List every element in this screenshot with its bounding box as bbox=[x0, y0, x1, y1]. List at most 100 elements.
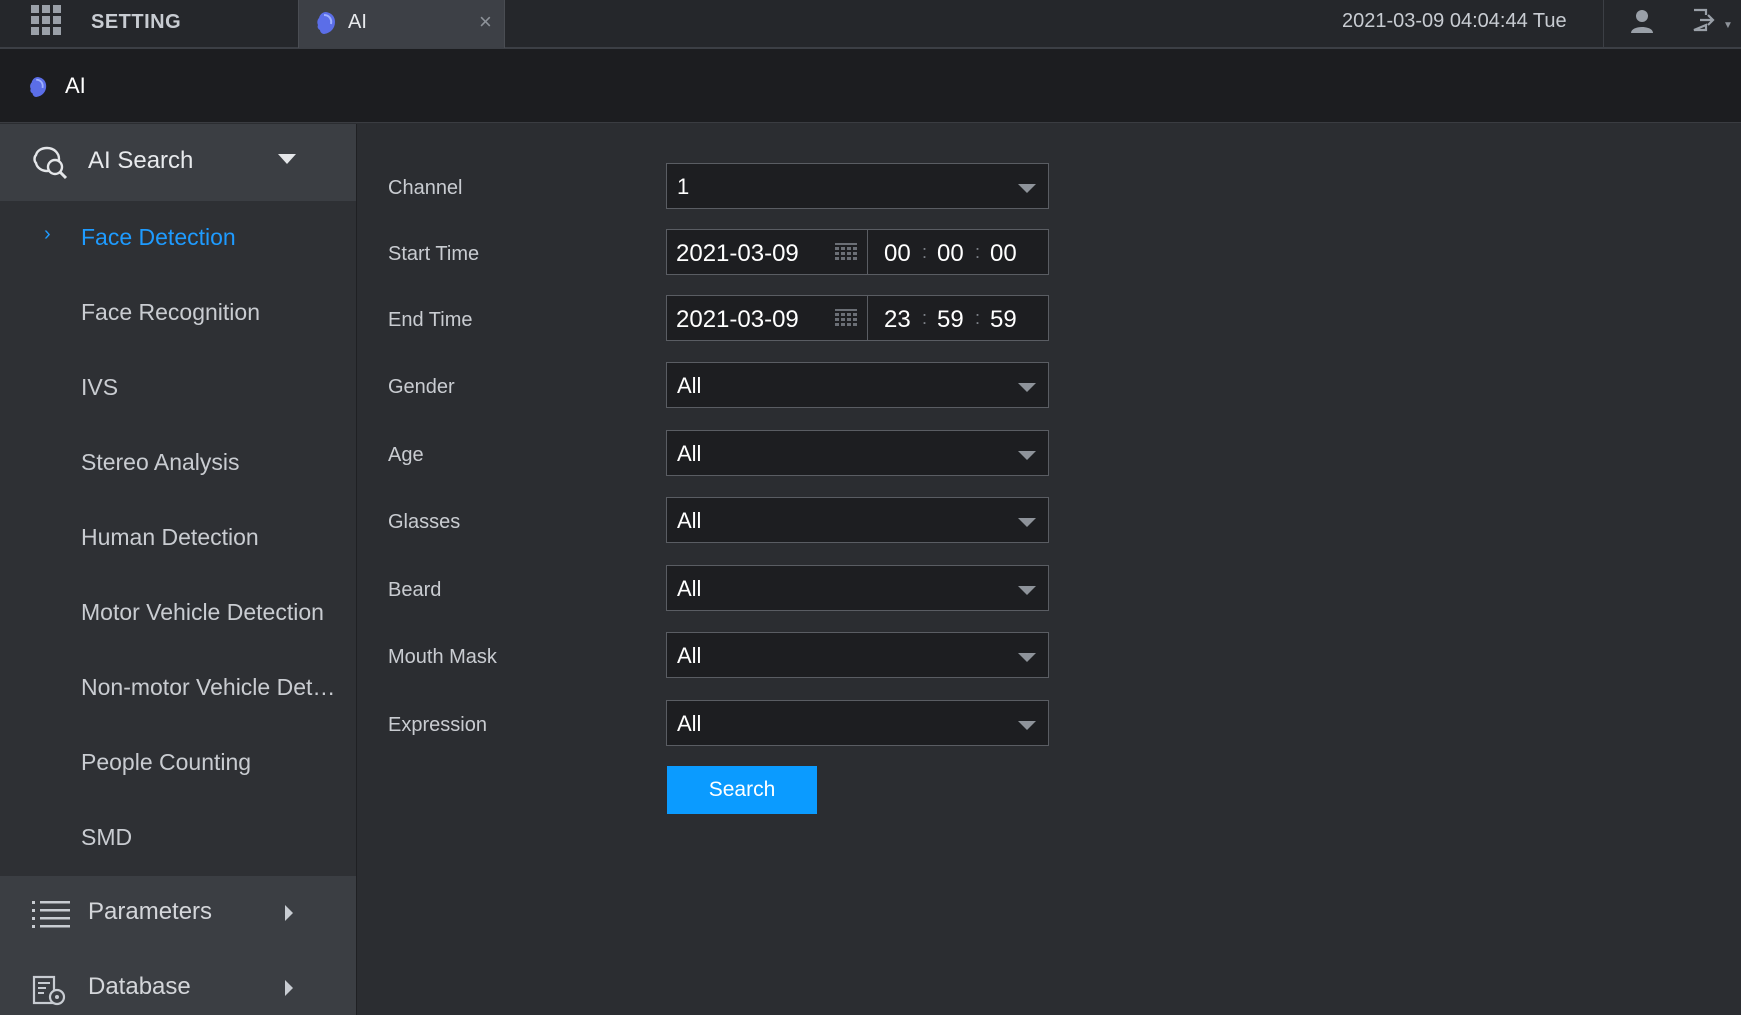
sidebar-group-label: Parameters bbox=[88, 898, 213, 925]
end-time-input[interactable]: 23 : 59 : 59 bbox=[868, 295, 1049, 341]
glasses-row: Glasses All bbox=[357, 497, 1357, 543]
time-separator: : bbox=[922, 242, 928, 262]
gender-value: All bbox=[677, 373, 702, 398]
start-date-value: 2021-03-09 bbox=[676, 240, 799, 267]
calendar-icon[interactable] bbox=[835, 309, 857, 334]
start-minute[interactable]: 00 bbox=[937, 240, 964, 268]
channel-label: Channel bbox=[388, 177, 463, 199]
apps-grid-icon[interactable] bbox=[31, 5, 61, 35]
start-hour[interactable]: 00 bbox=[884, 240, 911, 268]
user-icon[interactable] bbox=[1630, 8, 1654, 39]
chevron-down-icon bbox=[1018, 586, 1036, 595]
beard-row: Beard All bbox=[357, 565, 1357, 611]
age-label: Age bbox=[388, 444, 424, 466]
age-select[interactable]: All bbox=[666, 430, 1049, 476]
app-name: SETTING bbox=[91, 11, 182, 33]
expression-label: Expression bbox=[388, 714, 487, 736]
end-date-value: 2021-03-09 bbox=[676, 306, 799, 333]
gender-label: Gender bbox=[388, 376, 455, 398]
time-separator: : bbox=[922, 308, 928, 328]
sidebar-item-label: IVS bbox=[81, 374, 119, 400]
system-datetime: 2021-03-09 04:04:44 Tue bbox=[1342, 10, 1567, 32]
top-bar: SETTING AI × 2021-03-09 04:04:44 Tue ▼ bbox=[0, 0, 1741, 49]
logout-icon[interactable] bbox=[1690, 7, 1716, 38]
list-icon bbox=[32, 900, 70, 933]
time-separator: : bbox=[975, 242, 981, 262]
end-time-row: End Time 2021-03-09 23 : 59 : 59 bbox=[357, 295, 1357, 341]
start-time-row: Start Time 2021-03-09 00 : 00 : 00 bbox=[357, 229, 1357, 275]
sidebar-item-label: Human Detection bbox=[81, 524, 259, 550]
mouth-mask-label: Mouth Mask bbox=[388, 646, 497, 668]
sidebar-item-non-motor-vehicle-detection[interactable]: Non-motor Vehicle Detection bbox=[0, 651, 356, 726]
mouth-mask-select[interactable]: All bbox=[666, 632, 1049, 678]
tab-ai[interactable]: AI × bbox=[298, 0, 505, 48]
channel-value: 1 bbox=[677, 174, 690, 199]
ai-search-icon bbox=[33, 146, 69, 185]
sidebar-item-label: Motor Vehicle Detection bbox=[81, 599, 324, 625]
sidebar: AI Search › Face Detection Face Recognit… bbox=[0, 124, 357, 1015]
sidebar-group-ai-search[interactable]: AI Search bbox=[0, 124, 356, 201]
gender-select[interactable]: All bbox=[666, 362, 1049, 408]
glasses-value: All bbox=[677, 508, 702, 533]
chevron-down-icon bbox=[1018, 451, 1036, 460]
end-minute[interactable]: 59 bbox=[937, 306, 964, 334]
sidebar-item-label: Non-motor Vehicle Detection bbox=[81, 674, 336, 700]
sidebar-item-stereo-analysis[interactable]: Stereo Analysis bbox=[0, 426, 356, 501]
beard-label: Beard bbox=[388, 579, 442, 601]
sidebar-item-people-counting[interactable]: People Counting bbox=[0, 726, 356, 801]
close-icon[interactable]: × bbox=[479, 9, 492, 35]
search-button[interactable]: Search bbox=[667, 766, 817, 814]
sidebar-item-smd[interactable]: SMD bbox=[0, 801, 356, 876]
chevron-down-icon bbox=[1018, 518, 1036, 527]
start-time-input[interactable]: 00 : 00 : 00 bbox=[868, 229, 1049, 275]
sidebar-group-label: Database bbox=[88, 973, 191, 1000]
chevron-down-icon bbox=[1018, 721, 1036, 730]
sidebar-item-label: Face Detection bbox=[81, 224, 236, 250]
start-time-label: Start Time bbox=[388, 243, 480, 265]
divider bbox=[1603, 0, 1604, 48]
channel-select[interactable]: 1 bbox=[666, 163, 1049, 209]
sidebar-item-motor-vehicle-detection[interactable]: Motor Vehicle Detection bbox=[0, 576, 356, 651]
glasses-label: Glasses bbox=[388, 511, 461, 533]
database-settings-icon bbox=[32, 975, 68, 1012]
glasses-select[interactable]: All bbox=[666, 497, 1049, 543]
chevron-down-icon bbox=[1018, 383, 1036, 392]
chevron-down-icon bbox=[1018, 184, 1036, 193]
sidebar-item-face-recognition[interactable]: Face Recognition bbox=[0, 276, 356, 351]
sidebar-item-label: Stereo Analysis bbox=[81, 449, 240, 475]
beard-value: All bbox=[677, 576, 702, 601]
sidebar-item-face-detection[interactable]: › Face Detection bbox=[0, 201, 356, 276]
chevron-right-icon: › bbox=[44, 223, 51, 245]
start-second[interactable]: 00 bbox=[990, 240, 1017, 268]
sidebar-subitems: › Face Detection Face Recognition IVS St… bbox=[0, 201, 356, 876]
sidebar-item-label: Face Recognition bbox=[81, 299, 260, 325]
chevron-down-icon[interactable]: ▼ bbox=[1723, 20, 1733, 31]
sidebar-group-database[interactable]: Database bbox=[0, 951, 356, 1015]
sidebar-group-label: AI Search bbox=[88, 147, 194, 174]
mouth-mask-value: All bbox=[677, 643, 702, 668]
calendar-icon[interactable] bbox=[835, 243, 857, 268]
page-title: AI bbox=[65, 73, 86, 98]
chevron-down-icon bbox=[1018, 653, 1036, 662]
end-time-label: End Time bbox=[388, 309, 473, 331]
sidebar-item-label: SMD bbox=[81, 824, 133, 850]
sidebar-item-human-detection[interactable]: Human Detection bbox=[0, 501, 356, 576]
tab-label: AI bbox=[348, 11, 367, 33]
age-row: Age All bbox=[357, 430, 1357, 476]
page-header: AI bbox=[0, 49, 1741, 123]
sidebar-item-ivs[interactable]: IVS bbox=[0, 351, 356, 426]
caret-right-icon bbox=[283, 903, 295, 928]
expression-select[interactable]: All bbox=[666, 700, 1049, 746]
end-hour[interactable]: 23 bbox=[884, 306, 911, 334]
beard-select[interactable]: All bbox=[666, 565, 1049, 611]
start-date-input[interactable]: 2021-03-09 bbox=[666, 229, 868, 275]
end-date-input[interactable]: 2021-03-09 bbox=[666, 295, 868, 341]
ai-icon bbox=[315, 11, 337, 40]
sidebar-group-parameters[interactable]: Parameters bbox=[0, 876, 356, 951]
end-second[interactable]: 59 bbox=[990, 306, 1017, 334]
age-value: All bbox=[677, 441, 702, 466]
search-form: Channel 1 Start Time 2021-03-09 00 : 00 … bbox=[357, 124, 1741, 1015]
expression-value: All bbox=[677, 711, 702, 736]
time-separator: : bbox=[975, 308, 981, 328]
caret-right-icon bbox=[283, 978, 295, 1003]
